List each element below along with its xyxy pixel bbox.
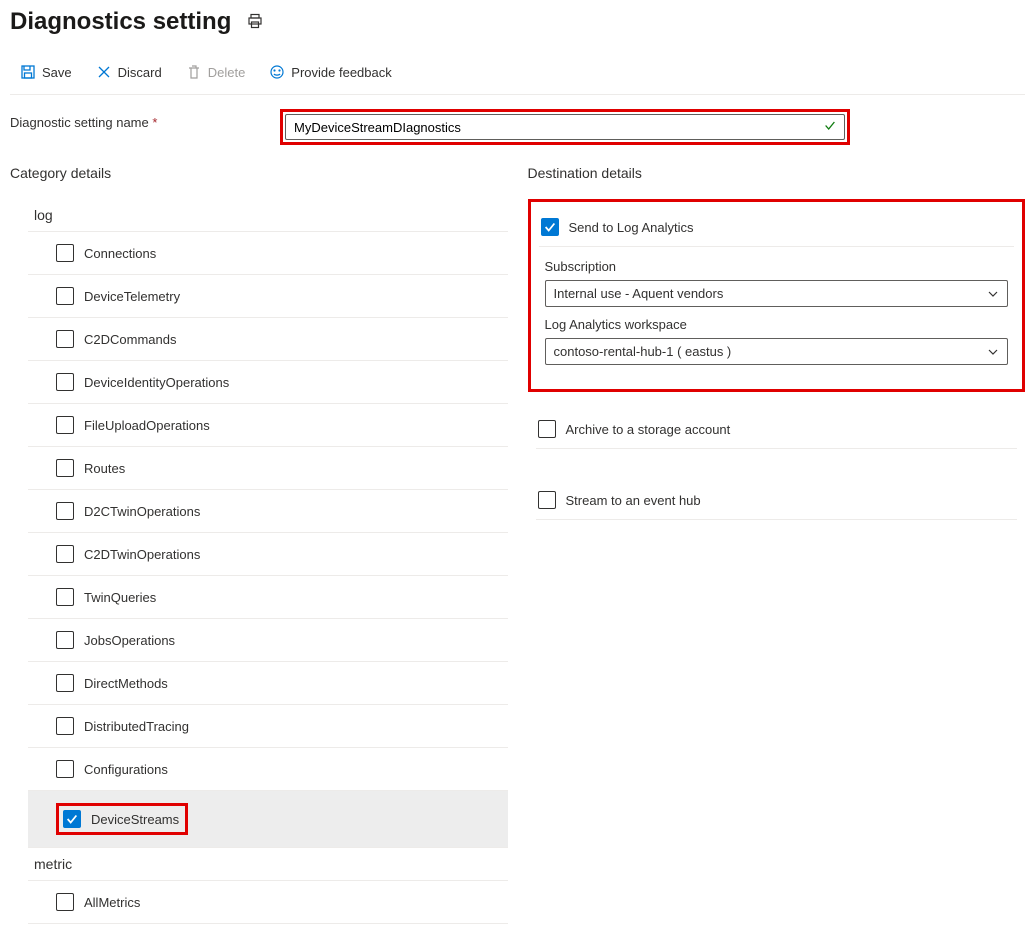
diagnostic-name-input[interactable]	[285, 114, 845, 140]
print-icon[interactable]	[247, 13, 263, 32]
category-title: Category details	[10, 165, 508, 181]
log-item-label: C2DCommands	[84, 332, 176, 347]
destination-column: Destination details Send to Log Analytic…	[528, 165, 1026, 924]
delete-button: Delete	[176, 60, 256, 84]
save-label: Save	[42, 65, 72, 80]
log-item-checkbox-directmethods[interactable]	[56, 674, 74, 692]
log-item-label: Configurations	[84, 762, 168, 777]
devicestreams-highlight: DeviceStreams	[56, 803, 188, 835]
storage-checkbox[interactable]	[538, 420, 556, 438]
metric-item-checkbox[interactable]	[56, 893, 74, 911]
log-item-row: Configurations	[28, 748, 508, 791]
discard-icon	[96, 64, 112, 80]
category-column: Category details log Connections DeviceTe…	[10, 165, 508, 924]
log-item-checkbox-configurations[interactable]	[56, 760, 74, 778]
eventhub-checkbox[interactable]	[538, 491, 556, 509]
log-item-checkbox-fileuploadoperations[interactable]	[56, 416, 74, 434]
workspace-dropdown[interactable]: contoso-rental-hub-1 ( eastus )	[545, 338, 1009, 365]
chevron-down-icon	[987, 288, 999, 300]
log-item-row: DirectMethods	[28, 662, 508, 705]
log-item-row: FileUploadOperations	[28, 404, 508, 447]
log-item-checkbox-d2ctwinoperations[interactable]	[56, 502, 74, 520]
metric-item-label: AllMetrics	[84, 895, 140, 910]
log-item-checkbox-c2dcommands[interactable]	[56, 330, 74, 348]
log-item-row: DistributedTracing	[28, 705, 508, 748]
log-item-row: JobsOperations	[28, 619, 508, 662]
diagnostic-name-label: Diagnostic setting name *	[10, 115, 260, 130]
subscription-dropdown[interactable]: Internal use - Aquent vendors	[545, 280, 1009, 307]
log-item-checkbox-twinqueries[interactable]	[56, 588, 74, 606]
log-group-header: log	[28, 199, 508, 232]
metric-group-header: metric	[28, 848, 508, 881]
log-item-row: DeviceIdentityOperations	[28, 361, 508, 404]
storage-label: Archive to a storage account	[566, 422, 731, 437]
log-item-label: DistributedTracing	[84, 719, 189, 734]
log-item-checkbox-devicestreams[interactable]	[63, 810, 81, 828]
log-item-row: Connections	[28, 232, 508, 275]
log-item-row: C2DCommands	[28, 318, 508, 361]
subscription-value: Internal use - Aquent vendors	[554, 286, 724, 301]
log-item-label: C2DTwinOperations	[84, 547, 200, 562]
check-icon	[823, 119, 837, 136]
log-item-label: Routes	[84, 461, 125, 476]
log-item-label: Connections	[84, 246, 156, 261]
delete-label: Delete	[208, 65, 246, 80]
log-item-label: DirectMethods	[84, 676, 168, 691]
log-item-checkbox-routes[interactable]	[56, 459, 74, 477]
log-item-label: DeviceStreams	[91, 812, 179, 827]
save-button[interactable]: Save	[10, 60, 82, 84]
log-item-label: D2CTwinOperations	[84, 504, 200, 519]
log-item-row: DeviceStreams	[28, 791, 508, 848]
discard-label: Discard	[118, 65, 162, 80]
toolbar: Save Discard Delete Provide feedback	[10, 60, 1025, 95]
feedback-label: Provide feedback	[291, 65, 391, 80]
log-analytics-checkbox[interactable]	[541, 218, 559, 236]
log-item-row: C2DTwinOperations	[28, 533, 508, 576]
chevron-down-icon	[987, 346, 999, 358]
destination-title: Destination details	[528, 165, 1026, 181]
delete-icon	[186, 64, 202, 80]
log-item-checkbox-c2dtwinoperations[interactable]	[56, 545, 74, 563]
log-item-label: DeviceTelemetry	[84, 289, 180, 304]
page-title: Diagnostics setting	[10, 8, 231, 36]
feedback-button[interactable]: Provide feedback	[259, 60, 401, 84]
eventhub-label: Stream to an event hub	[566, 493, 701, 508]
log-item-label: FileUploadOperations	[84, 418, 210, 433]
log-item-label: JobsOperations	[84, 633, 175, 648]
log-item-row: Routes	[28, 447, 508, 490]
log-item-label: DeviceIdentityOperations	[84, 375, 229, 390]
log-analytics-box: Send to Log Analytics Subscription Inter…	[528, 199, 1026, 392]
log-item-checkbox-connections[interactable]	[56, 244, 74, 262]
log-item-label: TwinQueries	[84, 590, 156, 605]
diagnostic-name-highlight	[280, 109, 850, 145]
workspace-value: contoso-rental-hub-1 ( eastus )	[554, 344, 732, 359]
log-item-checkbox-deviceidentityoperations[interactable]	[56, 373, 74, 391]
workspace-label: Log Analytics workspace	[545, 317, 1009, 332]
log-item-checkbox-devicetelemetry[interactable]	[56, 287, 74, 305]
log-item-row: DeviceTelemetry	[28, 275, 508, 318]
save-icon	[20, 64, 36, 80]
metric-item-row: AllMetrics	[28, 881, 508, 924]
log-item-checkbox-jobsoperations[interactable]	[56, 631, 74, 649]
discard-button[interactable]: Discard	[86, 60, 172, 84]
log-item-checkbox-distributedtracing[interactable]	[56, 717, 74, 735]
feedback-icon	[269, 64, 285, 80]
subscription-label: Subscription	[545, 259, 1009, 274]
log-analytics-label: Send to Log Analytics	[569, 220, 694, 235]
storage-box: Archive to a storage account	[528, 404, 1026, 463]
log-item-row: D2CTwinOperations	[28, 490, 508, 533]
eventhub-box: Stream to an event hub	[528, 475, 1026, 534]
log-item-row: TwinQueries	[28, 576, 508, 619]
